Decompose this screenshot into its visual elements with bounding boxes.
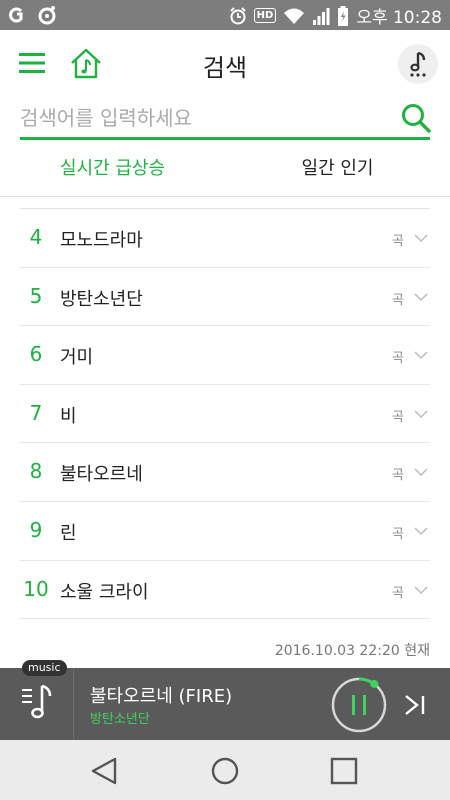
list-item[interactable]: 4 모노드라마 곡 [20, 209, 430, 268]
battery-icon [338, 5, 349, 26]
chevron-down-icon[interactable] [412, 581, 430, 599]
status-left-icons [8, 4, 58, 26]
search-input[interactable] [20, 102, 390, 134]
type-label: 곡 [392, 526, 404, 542]
search-ranking-list: 4 모노드라마 곡 5 방탄소년단 곡 6 거미 곡 7 비 곡 8 불타오르네… [20, 208, 430, 620]
type-label: 곡 [392, 409, 404, 425]
ranking-tabs: 실시간 급상승 일간 인기 [0, 140, 450, 197]
rank-number: 6 [29, 342, 43, 367]
pause-button[interactable] [330, 676, 388, 734]
list-item[interactable]: 10 소울 크라이 곡 [20, 561, 430, 620]
keyword-label: 거미 [60, 347, 94, 369]
keyword-label: 방탄소년단 [60, 288, 143, 310]
chevron-down-icon[interactable] [412, 288, 430, 306]
type-label: 곡 [392, 292, 404, 308]
back-icon[interactable] [88, 754, 122, 788]
now-playing-artist: 방탄소년단 [90, 712, 150, 727]
rank-number: 8 [29, 459, 43, 484]
home-icon[interactable] [208, 754, 242, 788]
system-nav-bar [0, 740, 450, 800]
music-home-icon [71, 48, 101, 79]
recents-icon[interactable] [327, 754, 361, 788]
list-item[interactable]: 5 방탄소년단 곡 [20, 268, 430, 327]
pause-progress-icon [331, 677, 387, 733]
type-label: 곡 [392, 468, 404, 484]
status-time: 오후 10:28 [356, 8, 442, 28]
chevron-down-icon[interactable] [412, 405, 430, 423]
carrier-g-icon [9, 7, 23, 23]
keyword-label: 린 [60, 522, 77, 544]
keyword-label: 소울 크라이 [60, 581, 149, 603]
home-button[interactable] [68, 46, 104, 82]
menu-button[interactable] [18, 48, 48, 78]
update-timestamp: 2016.10.03 22:20 현재 [274, 643, 430, 659]
keyword-label: 불타오르네 [60, 464, 143, 486]
list-item[interactable]: 9 린 곡 [20, 502, 430, 561]
search-icon [402, 104, 431, 133]
playlist-note-icon [22, 684, 52, 719]
search-button[interactable] [400, 102, 432, 134]
chevron-down-icon[interactable] [412, 522, 430, 540]
status-bar: HD 오후 10:28 [0, 0, 450, 30]
rank-number: 4 [29, 225, 43, 249]
next-track-button[interactable] [398, 688, 432, 722]
skip-next-icon [405, 695, 425, 715]
keyword-label: 비 [60, 405, 77, 427]
header: 검색 [0, 30, 450, 100]
camera-icon [38, 6, 56, 25]
type-label: 곡 [392, 234, 404, 249]
tab-daily-popular[interactable]: 일간 인기 [225, 154, 450, 180]
mini-player[interactable]: 불타오르네 (FIRE) 방탄소년단 [0, 668, 450, 740]
wifi-icon [284, 8, 305, 24]
playback-progress-knob [370, 679, 379, 688]
list-item[interactable]: 6 거미 곡 [20, 326, 430, 385]
rank-number: 10 [23, 576, 49, 601]
alarm-icon [229, 6, 246, 24]
hamburger-menu-icon [19, 53, 45, 73]
music-note-more-icon [410, 51, 426, 77]
keyword-label: 모노드라마 [60, 230, 143, 251]
now-playing-title: 불타오르네 (FIRE) [90, 686, 233, 707]
rank-number: 5 [29, 283, 43, 308]
chevron-down-icon[interactable] [412, 229, 430, 247]
status-right-icons: HD 오후 10:28 [229, 3, 442, 28]
playlist-button[interactable] [0, 668, 74, 740]
rank-number: 9 [29, 517, 43, 542]
hd-icon: HD [253, 8, 277, 23]
rank-number: 7 [29, 400, 43, 425]
now-playing-button[interactable] [398, 44, 438, 84]
list-item[interactable]: 7 비 곡 [20, 385, 430, 444]
tab-realtime-rising[interactable]: 실시간 급상승 [0, 154, 225, 180]
signal-icon [313, 7, 330, 25]
chevron-down-icon[interactable] [412, 346, 430, 364]
search-bar [20, 100, 432, 140]
music-badge: music [22, 660, 67, 676]
chevron-down-icon[interactable] [412, 463, 430, 481]
type-label: 곡 [392, 351, 404, 367]
type-label: 곡 [392, 585, 404, 601]
list-item[interactable]: 8 불타오르네 곡 [20, 443, 430, 502]
